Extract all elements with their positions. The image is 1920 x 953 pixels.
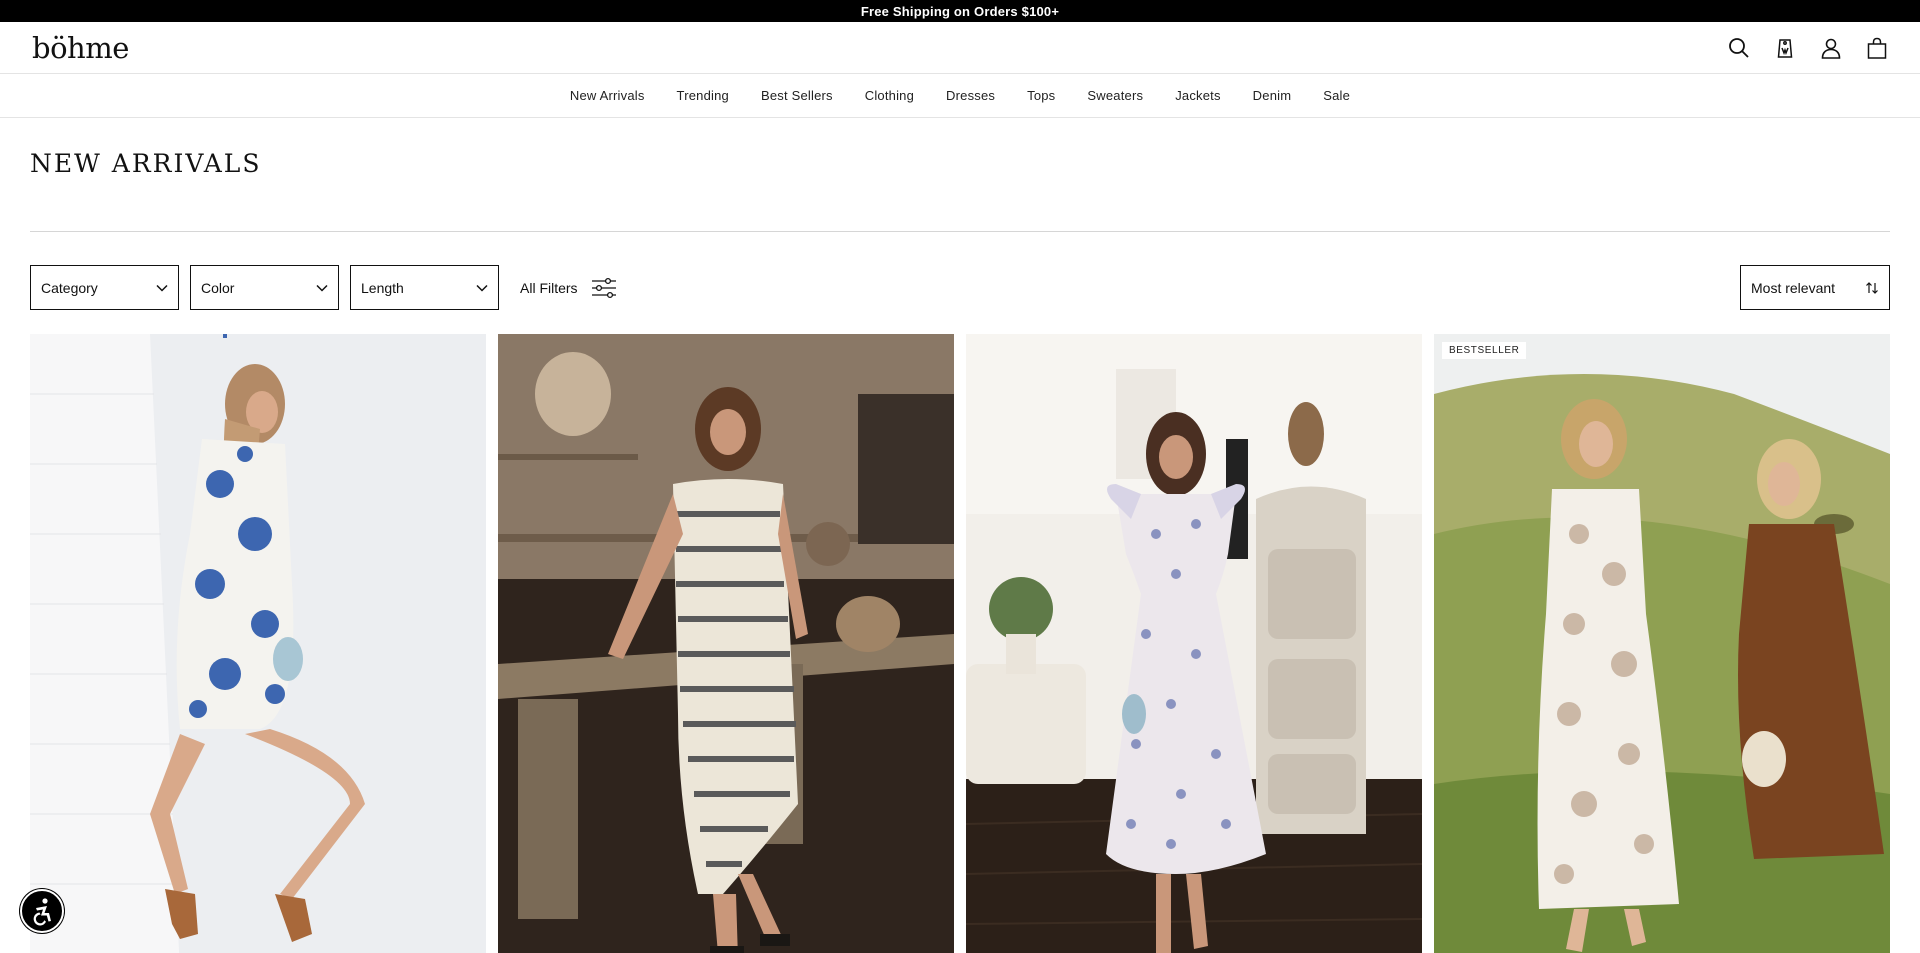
chevron-down-icon xyxy=(155,281,169,295)
chevron-down-icon xyxy=(315,281,329,295)
nav-item-dresses[interactable]: Dresses xyxy=(930,88,1011,103)
promo-bar: Free Shipping on Orders $100+ xyxy=(0,0,1920,22)
nav-item-new-arrivals[interactable]: New Arrivals xyxy=(554,88,661,103)
product-image[interactable] xyxy=(966,334,1422,953)
nav-item-best-sellers[interactable]: Best Sellers xyxy=(745,88,849,103)
main-nav: New Arrivals Trending Best Sellers Cloth… xyxy=(0,74,1920,118)
chevron-down-icon xyxy=(475,281,489,295)
length-filter-label: Length xyxy=(361,279,404,296)
promo-text: Free Shipping on Orders $100+ xyxy=(860,3,1060,19)
product-card[interactable]: BESTSELLER xyxy=(1434,334,1890,953)
nav-item-jackets[interactable]: Jackets xyxy=(1159,88,1236,103)
category-filter-label: Category xyxy=(41,279,98,296)
brand-logo[interactable]: böhme xyxy=(32,31,129,65)
page-title: NEW ARRIVALS xyxy=(30,149,262,178)
color-filter-label: Color xyxy=(201,279,235,296)
product-image[interactable] xyxy=(498,334,954,953)
sort-label: Most relevant xyxy=(1751,279,1836,296)
header-icons xyxy=(1726,35,1890,61)
wishlist-tag-icon[interactable] xyxy=(1772,35,1798,61)
all-filters-button[interactable]: All Filters xyxy=(520,276,618,300)
color-filter-dropdown[interactable]: Color xyxy=(190,265,339,310)
product-image[interactable] xyxy=(1434,334,1890,953)
sort-dropdown[interactable]: Most relevant xyxy=(1740,265,1890,310)
category-filter-dropdown[interactable]: Category xyxy=(30,265,179,310)
length-filter-dropdown[interactable]: Length xyxy=(350,265,499,310)
product-card[interactable] xyxy=(966,334,1422,953)
title-divider xyxy=(30,231,1890,232)
filter-bar: Category Color Length All Filters Most r… xyxy=(0,265,1920,310)
nav-item-denim[interactable]: Denim xyxy=(1237,88,1308,103)
sliders-icon xyxy=(590,276,618,300)
cart-icon[interactable] xyxy=(1864,35,1890,61)
sort-arrows-icon xyxy=(1865,281,1879,295)
accessibility-button[interactable] xyxy=(20,889,64,933)
site-header: böhme xyxy=(0,22,1920,74)
product-card[interactable] xyxy=(30,334,486,953)
nav-item-sale[interactable]: Sale xyxy=(1307,88,1366,103)
nav-item-clothing[interactable]: Clothing xyxy=(849,88,930,103)
product-card[interactable] xyxy=(498,334,954,953)
all-filters-label: All Filters xyxy=(520,279,578,296)
account-icon[interactable] xyxy=(1818,35,1844,61)
search-icon[interactable] xyxy=(1726,35,1752,61)
bestseller-badge: BESTSELLER xyxy=(1442,342,1527,359)
product-image[interactable] xyxy=(30,334,486,953)
filter-group: Category Color Length All Filters xyxy=(30,265,618,310)
nav-item-sweaters[interactable]: Sweaters xyxy=(1071,88,1159,103)
nav-item-tops[interactable]: Tops xyxy=(1011,88,1071,103)
accessibility-icon xyxy=(33,898,51,926)
nav-item-trending[interactable]: Trending xyxy=(661,88,745,103)
product-grid: BESTSELLER xyxy=(0,334,1920,953)
